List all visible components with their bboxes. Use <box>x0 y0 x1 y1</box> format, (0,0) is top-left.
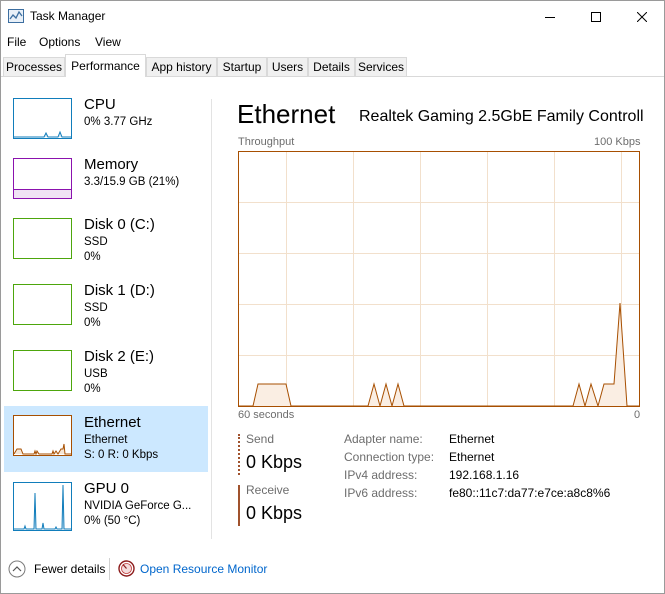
send-label: Send <box>246 432 275 446</box>
ethernet-thumbnail-graph <box>13 415 72 456</box>
sidebar-item-ethernet[interactable]: Ethernet Ethernet S: 0 R: 0 Kbps <box>4 406 208 472</box>
gpu-thumbnail-graph <box>13 482 72 531</box>
tab-app-history[interactable]: App history <box>146 57 217 76</box>
send-indicator <box>238 434 240 475</box>
chevron-up-icon[interactable] <box>8 560 26 578</box>
connection-type-key: Connection type: <box>344 450 435 464</box>
tab-users[interactable]: Users <box>267 57 308 76</box>
graph-min-label: 0 <box>634 409 641 421</box>
sidebar-item-title: GPU 0 <box>84 480 130 497</box>
window-title: Task Manager <box>30 9 106 23</box>
connection-type-value: Ethernet <box>449 450 495 464</box>
tab-startup[interactable]: Startup <box>217 57 267 76</box>
sidebar-item-title: Disk 1 (D:) <box>84 282 155 299</box>
menu-file[interactable]: File <box>7 35 26 49</box>
receive-indicator <box>238 485 240 526</box>
sidebar-item-subtitle: SSD <box>84 236 108 248</box>
throughput-graph <box>238 151 640 408</box>
adapter-name-value: Ethernet <box>449 432 495 446</box>
cpu-sparkline <box>14 130 71 138</box>
sidebar-item-usage: S: 0 R: 0 Kbps <box>84 449 159 461</box>
maximize-button[interactable] <box>573 1 619 32</box>
maximize-icon <box>591 11 601 22</box>
sidebar-item-title: Ethernet <box>84 414 141 431</box>
throughput-graph-canvas <box>238 151 640 408</box>
graph-label: Throughput <box>238 136 295 148</box>
minimize-button[interactable] <box>527 1 573 32</box>
tab-services[interactable]: Services <box>355 57 407 76</box>
task-manager-icon <box>8 9 24 23</box>
sidebar-item-disk-2[interactable]: Disk 2 (E:) USB 0% <box>4 348 208 414</box>
adapter-name-key: Adapter name: <box>344 432 423 446</box>
sidebar-item-subtitle: 0% 3.77 GHz <box>84 116 153 128</box>
ethernet-sparkline <box>13 443 71 456</box>
tab-processes[interactable]: Processes <box>3 57 65 76</box>
menu-bar: File Options View <box>1 32 664 52</box>
fewer-details-link[interactable]: Fewer details <box>34 562 105 576</box>
memory-sparkline <box>14 189 71 198</box>
memory-thumbnail-graph <box>13 158 72 199</box>
close-button[interactable] <box>619 1 665 32</box>
sidebar-item-disk-1[interactable]: Disk 1 (D:) SSD 0% <box>4 282 208 348</box>
sidebar-item-title: CPU <box>84 96 116 113</box>
graph-max-label: 100 Kbps <box>594 136 641 148</box>
sidebar-item-usage: 0% <box>84 383 101 395</box>
tab-details[interactable]: Details <box>308 57 355 76</box>
sidebar-item-usage: 0% (50 °C) <box>84 515 141 527</box>
footer-bar: Fewer details Open Resource Monitor <box>1 554 664 584</box>
minimize-icon <box>545 16 555 18</box>
title-bar[interactable]: Task Manager <box>1 1 664 32</box>
disk-0-thumbnail-graph <box>13 218 72 259</box>
graph-time-label: 60 seconds <box>238 409 295 421</box>
sidebar-item-gpu-0[interactable]: GPU 0 NVIDIA GeForce G... 0% (50 °C) <box>4 480 208 546</box>
adapter-name-heading: Realtek Gaming 2.5GbE Family Controll... <box>359 108 644 125</box>
disk-2-thumbnail-graph <box>13 350 72 391</box>
sidebar-item-usage: 0% <box>84 317 101 329</box>
sidebar-item-subtitle: NVIDIA GeForce G... <box>84 500 192 512</box>
resource-monitor-icon <box>118 560 135 577</box>
sidebar-item-disk-0[interactable]: Disk 0 (C:) SSD 0% <box>4 216 208 282</box>
sidebar-item-subtitle: SSD <box>84 302 108 314</box>
sidebar-item-memory[interactable]: Memory 3.3/15.9 GB (21%) <box>4 156 208 222</box>
footer-divider <box>109 558 110 580</box>
menu-options[interactable]: Options <box>39 35 80 49</box>
cpu-thumbnail-graph <box>13 98 72 139</box>
sidebar-item-title: Memory <box>84 156 139 173</box>
disk-1-thumbnail-graph <box>13 284 72 325</box>
tab-performance[interactable]: Performance <box>65 54 146 77</box>
task-manager-window: Task Manager File Options View Processes… <box>0 0 665 594</box>
gpu-sparkline <box>14 484 71 530</box>
close-icon <box>637 11 647 22</box>
sidebar-item-usage: 0% <box>84 251 101 263</box>
ipv6-address-value: fe80::11c7:da77:e7ce:a8c8%6 <box>449 486 611 500</box>
sidebar-item-subtitle: Ethernet <box>84 434 128 446</box>
sidebar-divider <box>211 99 212 539</box>
sidebar-item-cpu[interactable]: CPU 0% 3.77 GHz <box>4 96 208 162</box>
sidebar-item-subtitle: 3.3/15.9 GB (21%) <box>84 176 180 188</box>
ipv4-address-value: 192.168.1.16 <box>449 468 520 482</box>
sidebar-item-title: Disk 0 (C:) <box>84 216 155 233</box>
open-resource-monitor-link[interactable]: Open Resource Monitor <box>140 562 267 576</box>
sidebar-item-title: Disk 2 (E:) <box>84 348 155 365</box>
receive-label: Receive <box>246 483 290 497</box>
ipv4-address-key: IPv4 address: <box>344 468 418 482</box>
sidebar-item-subtitle: USB <box>84 368 108 380</box>
ipv6-address-key: IPv6 address: <box>344 486 418 500</box>
menu-view[interactable]: View <box>95 35 121 49</box>
send-value: 0 Kbps <box>246 452 303 472</box>
page-title: Ethernet <box>237 99 336 129</box>
receive-value: 0 Kbps <box>246 503 303 523</box>
